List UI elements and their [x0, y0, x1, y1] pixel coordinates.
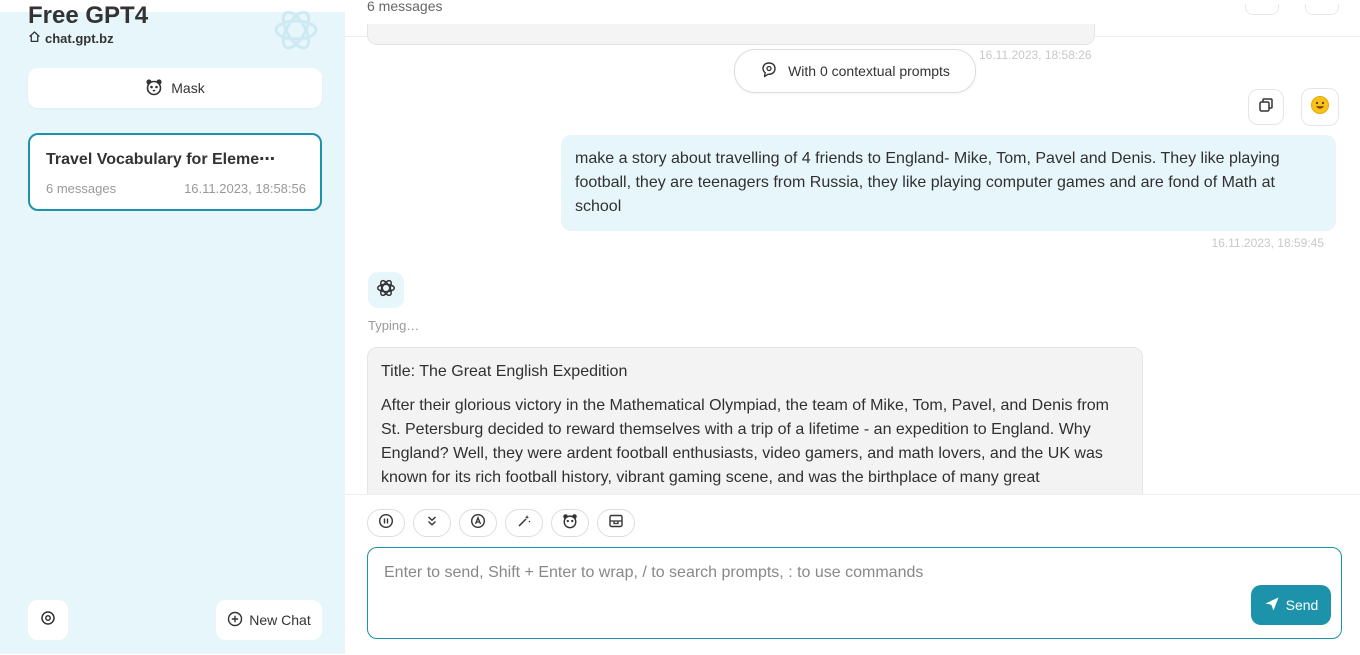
bear-icon [562, 513, 578, 534]
message-input-placeholder: Enter to send, Shift + Enter to wrap, / … [384, 564, 924, 581]
emoji-icon [1310, 95, 1330, 120]
header-action-button[interactable] [1245, 4, 1279, 15]
copy-icon [1258, 97, 1274, 118]
message-input[interactable]: Enter to send, Shift + Enter to wrap, / … [367, 547, 1342, 639]
bot-avatar [368, 272, 404, 308]
send-icon [1264, 596, 1280, 615]
prompts-button[interactable] [505, 509, 543, 537]
a-circle-icon [470, 513, 486, 534]
mask-button[interactable]: Mask [28, 68, 322, 108]
site-link[interactable]: chat.gpt.bz [28, 30, 114, 46]
home-icon [28, 30, 41, 46]
clear-context-button[interactable] [597, 509, 635, 537]
send-label: Send [1285, 597, 1319, 613]
bot-message-bubble: Title: The Great English Expedition Afte… [367, 347, 1143, 507]
plus-circle-icon [227, 611, 243, 630]
chat-list-item[interactable]: Travel Vocabulary for Eleme⋯ 6 messages … [28, 133, 322, 211]
stop-button[interactable] [367, 509, 405, 537]
bot-message-title: Title: The Great English Expedition [381, 363, 628, 380]
settings-button[interactable] [28, 600, 68, 640]
chatgpt-logo-icon [268, 2, 324, 58]
user-message-date: 16.11.2023, 18:59:45 [1211, 236, 1324, 250]
brain-icon [760, 61, 778, 82]
scroll-bottom-button[interactable] [413, 509, 451, 537]
chatgpt-logo-icon [375, 277, 397, 304]
sidebar: Free GPT4 chat.gpt.bz Mask Travel Vocabu… [0, 2, 345, 654]
site-url: chat.gpt.bz [45, 30, 114, 46]
model-button[interactable] [459, 509, 497, 537]
new-chat-label: New Chat [249, 612, 311, 628]
chat-main: 6 messages 16.11.2023, 18:58:26 With 0 c… [345, 0, 1360, 655]
mask-label: Mask [171, 80, 205, 96]
settings-icon [40, 610, 56, 631]
copy-button[interactable] [1248, 89, 1284, 125]
mask-icon [145, 78, 163, 99]
chat-item-title: Travel Vocabulary for Eleme⋯ [46, 151, 276, 168]
mask-tool-button[interactable] [551, 509, 589, 537]
user-avatar-button[interactable] [1301, 88, 1339, 126]
previous-message-date: 16.11.2023, 18:58:26 [979, 48, 1092, 62]
send-button[interactable]: Send [1251, 585, 1331, 625]
chevrons-down-icon [425, 514, 439, 533]
header-message-count: 6 messages [367, 0, 443, 14]
previous-message-bubble [367, 24, 1095, 45]
context-prompts-label: With 0 contextual prompts [788, 63, 950, 79]
chat-item-count: 6 messages [46, 181, 117, 196]
header-action-button[interactable] [1305, 4, 1339, 15]
input-panel: Enter to send, Shift + Enter to wrap, / … [345, 494, 1360, 655]
new-chat-button[interactable]: New Chat [216, 600, 322, 640]
bot-message-paragraph: After their glorious victory in the Math… [381, 397, 1109, 486]
typing-indicator: Typing… [368, 318, 420, 333]
chat-toolbar [367, 509, 635, 537]
chat-item-date: 16.11.2023, 18:58:56 [184, 181, 306, 196]
layout-icon [608, 513, 624, 534]
magic-wand-icon [516, 513, 532, 534]
user-message-bubble: make a story about travelling of 4 frien… [561, 135, 1336, 231]
app-title: Free GPT4 [28, 2, 149, 29]
pause-icon [378, 513, 394, 534]
context-prompts-button[interactable]: With 0 contextual prompts [734, 49, 976, 93]
